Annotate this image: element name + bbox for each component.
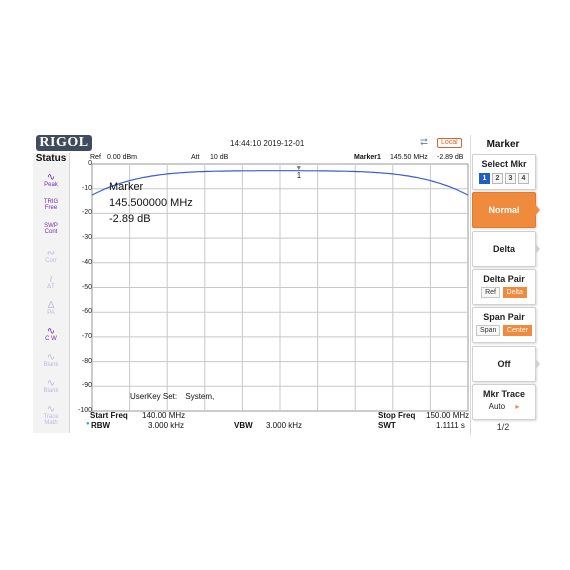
- start-freq-label: Start Freq: [90, 411, 128, 420]
- delta-pair-button[interactable]: Delta Pair Ref Delta: [472, 269, 536, 305]
- status-item: ∿ Blank: [33, 352, 69, 369]
- attenuation-icon: ≀: [49, 274, 53, 285]
- swt-value: 1.1111 s: [436, 421, 465, 430]
- ref-option: Ref: [481, 287, 501, 298]
- status-item: ∆ PA: [33, 300, 69, 317]
- blank-trace-icon: ∿: [46, 352, 56, 363]
- status-item-label: Blank: [43, 388, 59, 394]
- userkey-value: System,: [185, 392, 215, 401]
- status-item: TRIG Free: [33, 199, 69, 211]
- marker1-level: -2.89 dB: [437, 154, 464, 161]
- marker-number-option[interactable]: 4: [518, 173, 529, 184]
- trace-math-icon: ∿: [46, 404, 56, 415]
- select-mkr-button[interactable]: Select Mkr 1234: [472, 154, 536, 190]
- correction-icon: ∾: [46, 248, 56, 259]
- rbw-value: 3.000 kHz: [148, 421, 185, 430]
- status-item-sublabel: Free: [44, 205, 58, 211]
- marker-readout-title: Marker: [109, 181, 144, 193]
- status-item-label: Corr: [45, 258, 57, 264]
- submenu-arrow-icon: ▸: [515, 402, 520, 411]
- delta-button[interactable]: Delta: [472, 231, 540, 267]
- marker-triangle-icon: [296, 166, 301, 171]
- userkey-set: UserKey Set: System,: [130, 392, 214, 401]
- swt-label: SWT: [378, 421, 396, 430]
- mkr-trace-value: Auto: [488, 402, 506, 411]
- marker1-freq: 145.50 MHz: [390, 154, 428, 161]
- arrow-icon: [535, 243, 540, 255]
- rbw-dot-icon: ●: [86, 421, 90, 427]
- status-item-label: PA: [47, 310, 55, 316]
- menu-title: Marker: [486, 139, 520, 150]
- select-mkr-label: Select Mkr: [481, 159, 527, 169]
- att-label: Att: [191, 154, 200, 161]
- span-pair-button[interactable]: Span Pair Span Center: [472, 307, 536, 343]
- mkr-trace-label: Mkr Trace: [482, 389, 526, 399]
- normal-label: Normal: [488, 205, 520, 215]
- normal-button[interactable]: Normal: [472, 192, 540, 228]
- rbw-label: RBW: [91, 421, 111, 430]
- marker-number-option[interactable]: 1: [479, 173, 490, 184]
- status-item: ∾ Corr: [33, 248, 69, 265]
- ref-value: 0.00 dBm: [107, 154, 137, 161]
- start-freq-value: 140.00 MHz: [142, 411, 186, 420]
- mkr-trace-button[interactable]: Mkr Trace Auto ▸: [472, 384, 536, 420]
- status-item: ∿ C W: [33, 326, 69, 343]
- clear-write-icon: ∿: [46, 326, 56, 337]
- att-value: 10 dB: [210, 154, 229, 161]
- status-item: ∿ Trace Math: [33, 404, 69, 427]
- marker-number-selector: 1234: [473, 172, 535, 184]
- blank-trace-icon: ∿: [46, 378, 56, 389]
- span-pair-label: Span Pair: [483, 312, 525, 322]
- peak-detector-icon: ∿: [46, 172, 56, 183]
- vbw-value: 3.000 kHz: [266, 421, 303, 430]
- marker-number-option[interactable]: 2: [492, 173, 503, 184]
- stop-freq-label: Stop Freq: [378, 411, 416, 420]
- analyzer-screen: RIGOL 14:44:10 2019-12-01 ⮂ Local Status…: [0, 135, 570, 435]
- center-option: Center: [502, 325, 532, 336]
- marker1-label: Marker1: [354, 154, 381, 161]
- rigol-logo: RIGOL: [36, 135, 92, 151]
- marker-readout: Marker 145.500000 MHz -2.89 dB: [109, 179, 193, 227]
- selected-arrow-icon: [535, 204, 540, 216]
- marker-number-option[interactable]: 3: [505, 173, 516, 184]
- status-item-sublabel: Math: [44, 420, 58, 426]
- local-badge: Local: [437, 138, 462, 148]
- vbw-label: VBW: [234, 421, 253, 430]
- marker-number: 1: [297, 171, 302, 180]
- stop-freq-value: 150.00 MHz: [426, 411, 470, 420]
- delta-pair-label: Delta Pair: [483, 274, 525, 284]
- marker-readout-freq: 145.500000 MHz: [109, 197, 193, 209]
- off-button[interactable]: Off: [472, 346, 540, 382]
- delta-option: Delta: [502, 287, 527, 298]
- preamp-icon: ∆: [47, 300, 55, 311]
- status-title: Status: [35, 153, 67, 164]
- status-item-label: C W: [45, 336, 57, 342]
- status-item-label: ΔT: [47, 284, 55, 290]
- off-label: Off: [497, 359, 511, 369]
- status-item: ∿ Blank: [33, 378, 69, 395]
- menu-page-number[interactable]: 1/2: [472, 422, 534, 432]
- delta-label: Delta: [492, 244, 515, 254]
- span-option: Span: [476, 325, 501, 336]
- userkey-label: UserKey Set:: [130, 392, 178, 401]
- status-item: ≀ ΔT: [33, 274, 69, 291]
- status-item-sublabel: Cont: [44, 229, 58, 235]
- status-item-label: Blank: [43, 362, 59, 368]
- marker-readout-level: -2.89 dB: [109, 213, 151, 225]
- arrow-icon: [535, 358, 540, 370]
- status-item: ∿ Peak: [33, 172, 69, 189]
- status-item: SWP Cont: [33, 223, 69, 235]
- datetime: 14:44:10 2019-12-01: [230, 139, 305, 148]
- status-item-label: Peak: [44, 182, 58, 188]
- usb-icon: ⮂: [420, 137, 428, 148]
